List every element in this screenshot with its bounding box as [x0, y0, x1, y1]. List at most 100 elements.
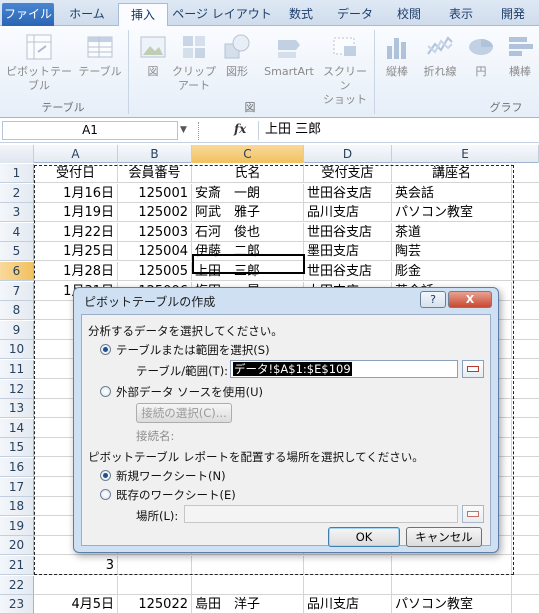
row-header[interactable]: 17 [0, 477, 34, 497]
smartart-button[interactable]: SmartArt [258, 32, 320, 79]
pie-chart-button[interactable]: 円 [464, 32, 498, 79]
cell-c[interactable]: 島田 洋子 [192, 595, 304, 614]
cell-c[interactable]: 上田 三郎 [192, 262, 304, 281]
cancel-button[interactable]: キャンセル [406, 527, 482, 547]
row-header[interactable]: 13 [0, 399, 34, 419]
cell-b[interactable] [118, 575, 192, 595]
cell-a[interactable]: 受付日 [34, 164, 118, 183]
cell-b[interactable] [118, 556, 192, 575]
radio-external-source-label[interactable]: 外部データ ソースを使用(U) [116, 384, 263, 400]
row-header[interactable]: 12 [0, 379, 34, 399]
column-header-selected[interactable]: C [192, 145, 304, 163]
cell-e[interactable]: 彫金 [392, 262, 512, 281]
cell-b[interactable]: 125001 [118, 183, 192, 203]
cell-a[interactable]: 4月5日 [34, 595, 118, 614]
cell-b[interactable]: 125022 [118, 595, 192, 614]
cell-e[interactable]: 陶芸 [392, 242, 512, 262]
row-header[interactable]: 15 [0, 438, 34, 458]
cell-a[interactable]: 1月16日 [34, 183, 118, 203]
row-header[interactable]: 1 [0, 164, 34, 183]
cell-d[interactable]: 墨田支店 [304, 242, 392, 262]
clip-art-button[interactable]: クリップ アート [172, 32, 216, 93]
column-header[interactable]: D [304, 145, 392, 163]
row-header[interactable]: 21 [0, 556, 34, 575]
cell-d[interactable]: 世田谷支店 [304, 222, 392, 242]
cell-d[interactable] [304, 556, 392, 575]
cell-b[interactable]: 会員番号 [118, 164, 192, 183]
pivot-table-button[interactable]: ピボットテーブル [4, 32, 74, 93]
cell-a[interactable]: 1月19日 [34, 203, 118, 223]
cell-a[interactable] [34, 575, 118, 595]
cell-d[interactable]: 世田谷支店 [304, 262, 392, 281]
name-box[interactable]: A1 [2, 121, 178, 140]
row-header[interactable]: 10 [0, 340, 34, 360]
line-chart-button[interactable]: 折れ線 [418, 32, 462, 79]
tab-data[interactable]: データ [330, 3, 380, 26]
ok-button[interactable]: OK [328, 527, 400, 547]
cell-d[interactable]: 品川支店 [304, 595, 392, 614]
cell-e[interactable]: 講座名 [392, 164, 512, 183]
cell-c[interactable] [192, 575, 304, 595]
row-header[interactable]: 23 [0, 595, 34, 614]
cell-b[interactable]: 125003 [118, 222, 192, 242]
radio-existing-worksheet[interactable] [100, 489, 111, 500]
cell-c[interactable] [192, 556, 304, 575]
cell-a[interactable]: 3 [34, 556, 118, 575]
radio-external-source[interactable] [100, 386, 111, 397]
radio-existing-worksheet-label[interactable]: 既存のワークシート(E) [116, 487, 236, 503]
cell-e[interactable]: パソコン教室 [392, 203, 512, 223]
cell-b[interactable]: 125002 [118, 203, 192, 223]
close-button[interactable]: X [448, 291, 492, 308]
cell-b[interactable]: 125005 [118, 262, 192, 281]
cell-e[interactable] [392, 575, 512, 595]
tab-insert[interactable]: 挿入 [118, 3, 168, 27]
insert-function-icon[interactable]: fx [234, 122, 246, 136]
cell-d[interactable]: 世田谷支店 [304, 183, 392, 203]
row-header[interactable]: 16 [0, 458, 34, 477]
cell-c[interactable]: 石河 俊也 [192, 222, 304, 242]
bar-chart-button[interactable]: 横棒 [500, 32, 539, 79]
cell-e[interactable] [392, 556, 512, 575]
help-button[interactable]: ? [420, 291, 446, 308]
range-input[interactable]: データ!$A$1:$E$109 [230, 360, 458, 378]
location-input[interactable] [184, 505, 458, 523]
row-header[interactable]: 20 [0, 536, 34, 556]
row-header[interactable]: 7 [0, 281, 34, 301]
cell-a[interactable]: 1月28日 [34, 262, 118, 281]
row-header[interactable]: 2 [0, 183, 34, 203]
tab-view[interactable]: 表示 [438, 3, 484, 26]
row-header[interactable]: 3 [0, 203, 34, 223]
screenshot-button[interactable]: スクリーン ショット [320, 32, 370, 107]
cell-a[interactable]: 1月25日 [34, 242, 118, 262]
row-header[interactable]: 22 [0, 575, 34, 595]
row-header[interactable]: 5 [0, 242, 34, 262]
table-button[interactable]: テーブル [78, 32, 122, 79]
row-header[interactable]: 6 [0, 262, 34, 281]
picture-button[interactable]: 図 [136, 32, 170, 79]
select-all-corner[interactable] [0, 145, 34, 163]
tab-page-layout[interactable]: ページ レイアウト [172, 3, 272, 26]
tab-file[interactable]: ファイル [2, 3, 54, 26]
radio-new-worksheet[interactable] [100, 470, 111, 481]
tab-home[interactable]: ホーム [58, 3, 116, 26]
cell-a[interactable]: 1月22日 [34, 222, 118, 242]
column-header[interactable]: A [34, 145, 118, 163]
shapes-button[interactable]: 図形 [220, 32, 254, 79]
cell-c[interactable]: 阿武 雅子 [192, 203, 304, 223]
radio-new-worksheet-label[interactable]: 新規ワークシート(N) [116, 468, 226, 484]
tab-review[interactable]: 校閲 [384, 3, 434, 26]
row-header[interactable]: 8 [0, 301, 34, 321]
column-chart-button[interactable]: 縦棒 [378, 32, 416, 79]
chevron-down-icon[interactable]: ▼ [180, 125, 187, 135]
row-header[interactable]: 4 [0, 222, 34, 242]
cell-d[interactable]: 受付支店 [304, 164, 392, 183]
cell-b[interactable]: 125004 [118, 242, 192, 262]
cell-e[interactable]: 茶道 [392, 222, 512, 242]
location-collapse-button[interactable] [462, 505, 484, 523]
tab-developer[interactable]: 開発 [490, 3, 536, 26]
cell-e[interactable]: パソコン教室 [392, 595, 512, 614]
cell-c[interactable]: 伊藤 二郎 [192, 242, 304, 262]
row-header[interactable]: 14 [0, 418, 34, 438]
range-collapse-button[interactable] [462, 360, 484, 378]
cell-c[interactable]: 氏名 [192, 164, 304, 183]
